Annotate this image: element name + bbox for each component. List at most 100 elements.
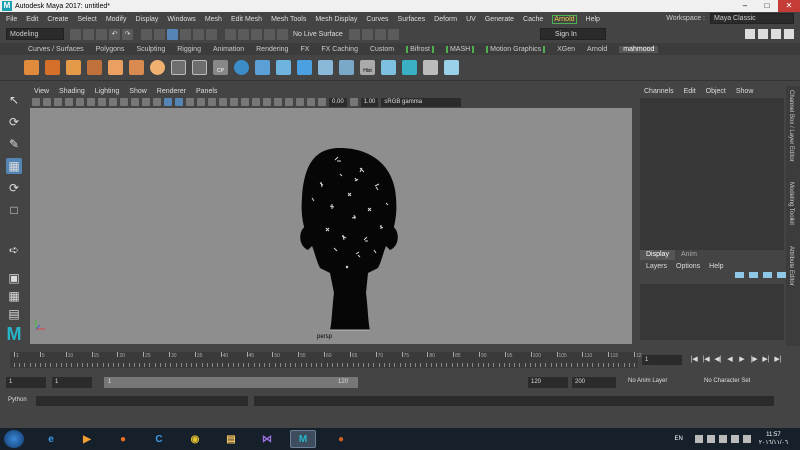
viewport-menu-renderer[interactable]: Renderer [157,88,186,95]
move-tool-icon[interactable]: ▦ [6,158,22,174]
shelf-sculpt-icon[interactable] [444,60,459,75]
anim-layer-dropdown[interactable]: No Anim Layer [628,378,667,384]
clock[interactable]: 11:57 ٢٠١٦/١١/٠٦ [759,431,788,447]
live-surface-label[interactable]: No Live Surface [293,31,343,38]
undo-icon[interactable]: ↶ [109,28,120,40]
render-frame-icon[interactable] [361,28,373,40]
shelf-tab-polygons[interactable]: Polygons [96,46,125,53]
firefox-icon[interactable]: ● [110,430,136,448]
gate-mask-icon[interactable] [109,98,117,106]
isolate-select-icon[interactable] [263,98,271,106]
animation-end-field[interactable]: 200 [572,377,616,388]
visual-studio-icon[interactable]: ⋈ [254,430,280,448]
shelf-tab-fx[interactable]: FX [300,46,309,53]
select-tool-icon[interactable]: ↖ [6,92,22,108]
save-scene-icon[interactable] [96,28,107,40]
channel-show-menu[interactable]: Show [736,88,754,95]
toggle-tool-settings-icon[interactable] [771,29,781,39]
layer-help-menu[interactable]: Help [709,263,723,270]
range-bar[interactable]: 1 120 [104,377,358,388]
menu-help[interactable]: Help [586,16,600,23]
outliner-view-icon[interactable]: ▤ [6,306,22,322]
grid-toggle-icon[interactable] [76,98,84,106]
mode-dropdown[interactable]: Modeling [6,28,64,40]
select-face-icon[interactable] [206,28,217,40]
new-scene-icon[interactable] [70,28,81,40]
shelf-maya-icon[interactable] [402,60,417,75]
language-indicator[interactable]: EN [675,436,683,442]
viewport-persp[interactable]: persp [30,108,632,344]
playback-end-field[interactable]: 120 [528,377,568,388]
depth-of-field-icon[interactable] [252,98,260,106]
shelf-curve-icon[interactable] [255,60,270,75]
tray-flag-icon[interactable] [706,435,715,443]
select-hierarchy-icon[interactable] [141,28,152,40]
textured-icon[interactable] [186,98,194,106]
shelf-tab-mahmood[interactable]: mahmood [619,45,659,53]
open-scene-icon[interactable] [83,28,94,40]
shelf-cube-icon[interactable] [24,60,39,75]
menu-mesh-display[interactable]: Mesh Display [315,16,357,23]
toggle-modeling-toolkit-icon[interactable] [745,29,755,39]
film-gate-icon[interactable] [87,98,95,106]
shelf-cp-icon[interactable]: CP [213,60,228,75]
shelf-sphere-icon[interactable] [129,60,144,75]
menu-create[interactable]: Create [47,16,68,23]
new-layer-selected-icon[interactable] [777,272,786,278]
render-settings-icon[interactable] [387,28,399,40]
field-chart-icon[interactable] [120,98,128,106]
tab-anim[interactable]: Anim [675,250,703,260]
shelf-tab-xgen[interactable]: XGen [557,46,575,53]
select-vertex-icon[interactable] [180,28,191,40]
layer-list-area[interactable] [640,284,784,340]
command-input[interactable] [36,396,248,406]
play-backwards-icon[interactable]: ◀ [724,355,736,365]
camera-attributes-icon[interactable] [43,98,51,106]
shelf-tab-curves-surfaces[interactable]: Curves / Surfaces [28,46,84,53]
go-to-start-icon[interactable]: |◀ [688,355,700,365]
snap-curve-icon[interactable] [238,28,249,40]
shelf-paint-icon[interactable] [381,60,396,75]
move-layer-down-icon[interactable] [749,272,758,278]
shelf-tab-rigging[interactable]: Rigging [177,46,201,53]
wireframe-icon[interactable] [153,98,161,106]
lasso-tool-icon[interactable]: ⟳ [6,114,22,130]
ambient-occlusion-icon[interactable] [219,98,227,106]
safe-action-icon[interactable] [131,98,139,106]
ipr-render-icon[interactable] [374,28,386,40]
side-tab-channel-box[interactable]: Channel Box / Layer Editor [788,90,794,162]
menu-windows[interactable]: Windows [167,16,195,23]
gamma-field[interactable]: 1.00 [360,97,379,107]
rotate-tool-icon[interactable]: ⟳ [6,180,22,196]
side-tab-attribute-editor[interactable]: Attribute Editor [788,246,794,286]
toggle-attribute-editor-icon[interactable] [758,29,768,39]
menu-modify[interactable]: Modify [106,16,127,23]
shelf-mesh-icon[interactable] [423,60,438,75]
menu-mesh-tools[interactable]: Mesh Tools [271,16,306,23]
shelf-target-icon[interactable] [234,60,249,75]
time-slider-track[interactable]: 1 5 10 15 20 25 30 35 40 45 50 55 60 65 70 75 80 85 90 95 10… [10,352,642,368]
minimize-icon[interactable]: – [734,0,756,12]
xray-components-icon[interactable] [296,98,304,106]
redo-icon[interactable]: ↷ [122,28,133,40]
shelf-box-icon[interactable] [66,60,81,75]
xray-joints-icon[interactable] [285,98,293,106]
color-space-dropdown[interactable]: sRGB gamma [381,97,462,107]
select-component-icon[interactable] [167,28,178,40]
shelf-quad-icon[interactable] [192,60,207,75]
chrome-icon[interactable]: ◉ [182,430,208,448]
shelf-pill-icon[interactable] [339,60,354,75]
shelf-tab-sculpting[interactable]: Sculpting [136,46,165,53]
viewport-menu-panels[interactable]: Panels [196,88,217,95]
internet-explorer-icon[interactable]: e [38,430,64,448]
shelf-cylinder-icon[interactable] [87,60,102,75]
tray-power-icon[interactable] [742,435,751,443]
maya-taskbar-icon[interactable]: M [290,430,316,448]
gamma-icon[interactable] [349,98,358,106]
move-layer-up-icon[interactable] [735,272,744,278]
current-frame-field[interactable]: 1 [642,355,682,365]
viewport-menu-shading[interactable]: Shading [59,88,85,95]
channel-box-area[interactable] [640,98,784,250]
layer-options-menu[interactable]: Options [676,263,700,270]
snap-grid-icon[interactable] [225,28,236,40]
